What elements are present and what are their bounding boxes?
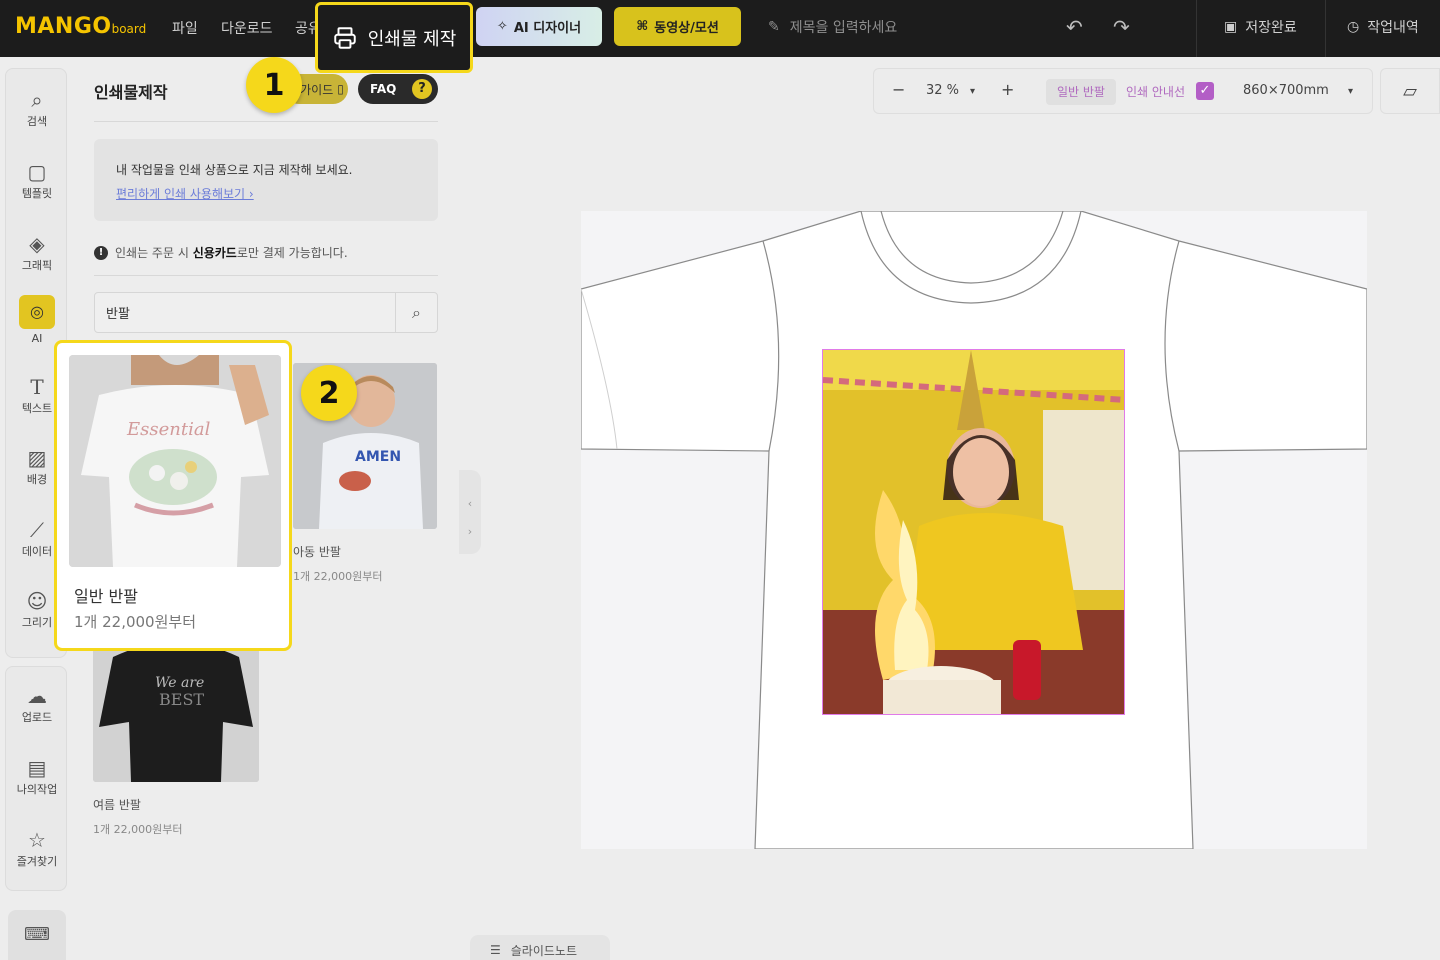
chevron-right-icon: › [467,525,473,538]
faq-button[interactable]: FAQ ? [358,74,438,104]
search-input[interactable] [95,293,385,332]
step-1-badge: 1 [246,57,302,113]
ai-designer-button[interactable]: ✧ AI 디자이너 [476,7,602,46]
zoom-level[interactable]: 32 % [926,83,959,98]
edit-pencil-icon: ✎ [768,19,780,35]
search-icon[interactable]: ⌕ [395,293,437,332]
menu-download[interactable]: 다운로드 [221,18,273,38]
print-guide-label: 인쇄 안내선 [1126,85,1186,99]
menu-share[interactable]: 공유 [295,18,315,38]
chevron-down-icon[interactable]: ▾ [970,86,975,97]
svg-text:AMEN: AMEN [355,449,401,465]
rail-my-work[interactable]: ▤ 나의작업 [6,755,68,797]
history-button[interactable]: ◷ 작업내역 [1347,17,1419,37]
top-bar: MANGOboard 파일 다운로드 공유 ✧ AI 디자이너 ⌘ 동영상/모션… [0,0,1440,57]
printed-photo[interactable] [822,349,1125,715]
video-motion-button[interactable]: ⌘ 동영상/모션 [614,7,741,46]
cloud-upload-icon: ☁ [27,684,47,708]
rail-favorites[interactable]: ☆ 즐겨찾기 [6,827,68,869]
graphic-shapes-icon: ◈ [29,232,45,256]
rail-upload[interactable]: ☁ 업로드 [6,683,68,725]
title-input[interactable]: ✎ 제목을 입력하세요 [768,17,897,37]
artboard[interactable] [581,211,1367,849]
zoom-in-icon[interactable]: + [1001,80,1014,99]
search-icon: ⌕ [31,88,43,112]
rail-template[interactable]: ▢ 템플릿 [6,159,68,201]
chevron-down-icon[interactable]: ▾ [1348,86,1353,97]
print-guide-checkbox[interactable]: ✓ [1196,82,1214,100]
motion-icon: ⌘ [636,19,649,34]
tool-rail-secondary: ☁ 업로드 ▤ 나의작업 ☆ 즐겨찾기 [5,666,67,891]
keyboard-shortcut-button[interactable]: ⌨ [8,910,66,960]
product-card-basic[interactable]: Essential 일반 반팔 1개 22,000원부터 [54,340,292,651]
menu-file[interactable]: 파일 [172,18,198,38]
save-status-button[interactable]: ▣ 저장완료 [1224,17,1297,37]
ai-chip-icon: ◎ [19,295,55,329]
svg-text:We are: We are [155,675,204,691]
alert-icon: ! [94,245,108,260]
star-folder-icon: ☆ [28,828,46,852]
printer-icon [334,26,356,49]
step-2-badge: 2 [301,365,357,421]
product-image: Essential [69,355,281,567]
info-box: 내 작업물을 인쇄 상품으로 지금 제작해 보세요. 편리하게 인쇄 사용해보기… [94,139,438,221]
print-guide-link[interactable]: 편리하게 인쇄 사용해보기 › [116,185,416,202]
redo-icon[interactable]: ↷ [1113,15,1130,39]
keyboard-icon: ⌨ [24,924,50,945]
rail-ai[interactable]: ◎ AI [6,295,68,345]
slide-note-tab[interactable]: ☰ 슬라이드노트 [470,935,610,960]
svg-text:BEST: BEST [159,690,204,709]
save-icon: ▣ [1224,19,1238,35]
canvas-size[interactable]: 860×700mm [1243,83,1329,98]
panel-title: 인쇄물제작 [94,83,168,102]
panel-collapse-handle[interactable]: ‹ › [459,470,481,554]
chevron-left-icon: ‹ [467,497,473,510]
question-icon: ? [412,79,432,99]
book-icon: ▯ [337,82,344,96]
app-logo[interactable]: MANGOboard [15,14,146,39]
product-type-tag[interactable]: 일반 반팔 [1046,79,1116,105]
note-list-icon: ☰ [490,943,501,957]
history-clock-icon: ◷ [1347,19,1360,35]
product-search: ⌕ [94,292,438,333]
inbox-icon: ▤ [27,756,47,780]
payment-notice: ! 인쇄는 주문 시 신용카드로만 결제 가능합니다. [94,244,348,261]
undo-icon[interactable]: ↶ [1066,15,1083,39]
magic-wand-icon: ✧ [496,19,508,34]
template-icon: ▢ [27,160,47,184]
rail-graphic[interactable]: ◈ 그래픽 [6,231,68,273]
canvas-toolbar: − 32 % ▾ + 일반 반팔 인쇄 안내선 ✓ 860×700mm ▾ [873,68,1373,114]
svg-text:Essential: Essential [126,419,211,440]
rail-search[interactable]: ⌕ 검색 [6,87,68,129]
zoom-out-icon[interactable]: − [892,80,905,99]
print-production-button[interactable]: 인쇄물 제작 [315,2,473,73]
sticky-note-icon: ▱ [1403,81,1417,102]
sticky-note-button[interactable]: ▱ [1380,68,1440,114]
